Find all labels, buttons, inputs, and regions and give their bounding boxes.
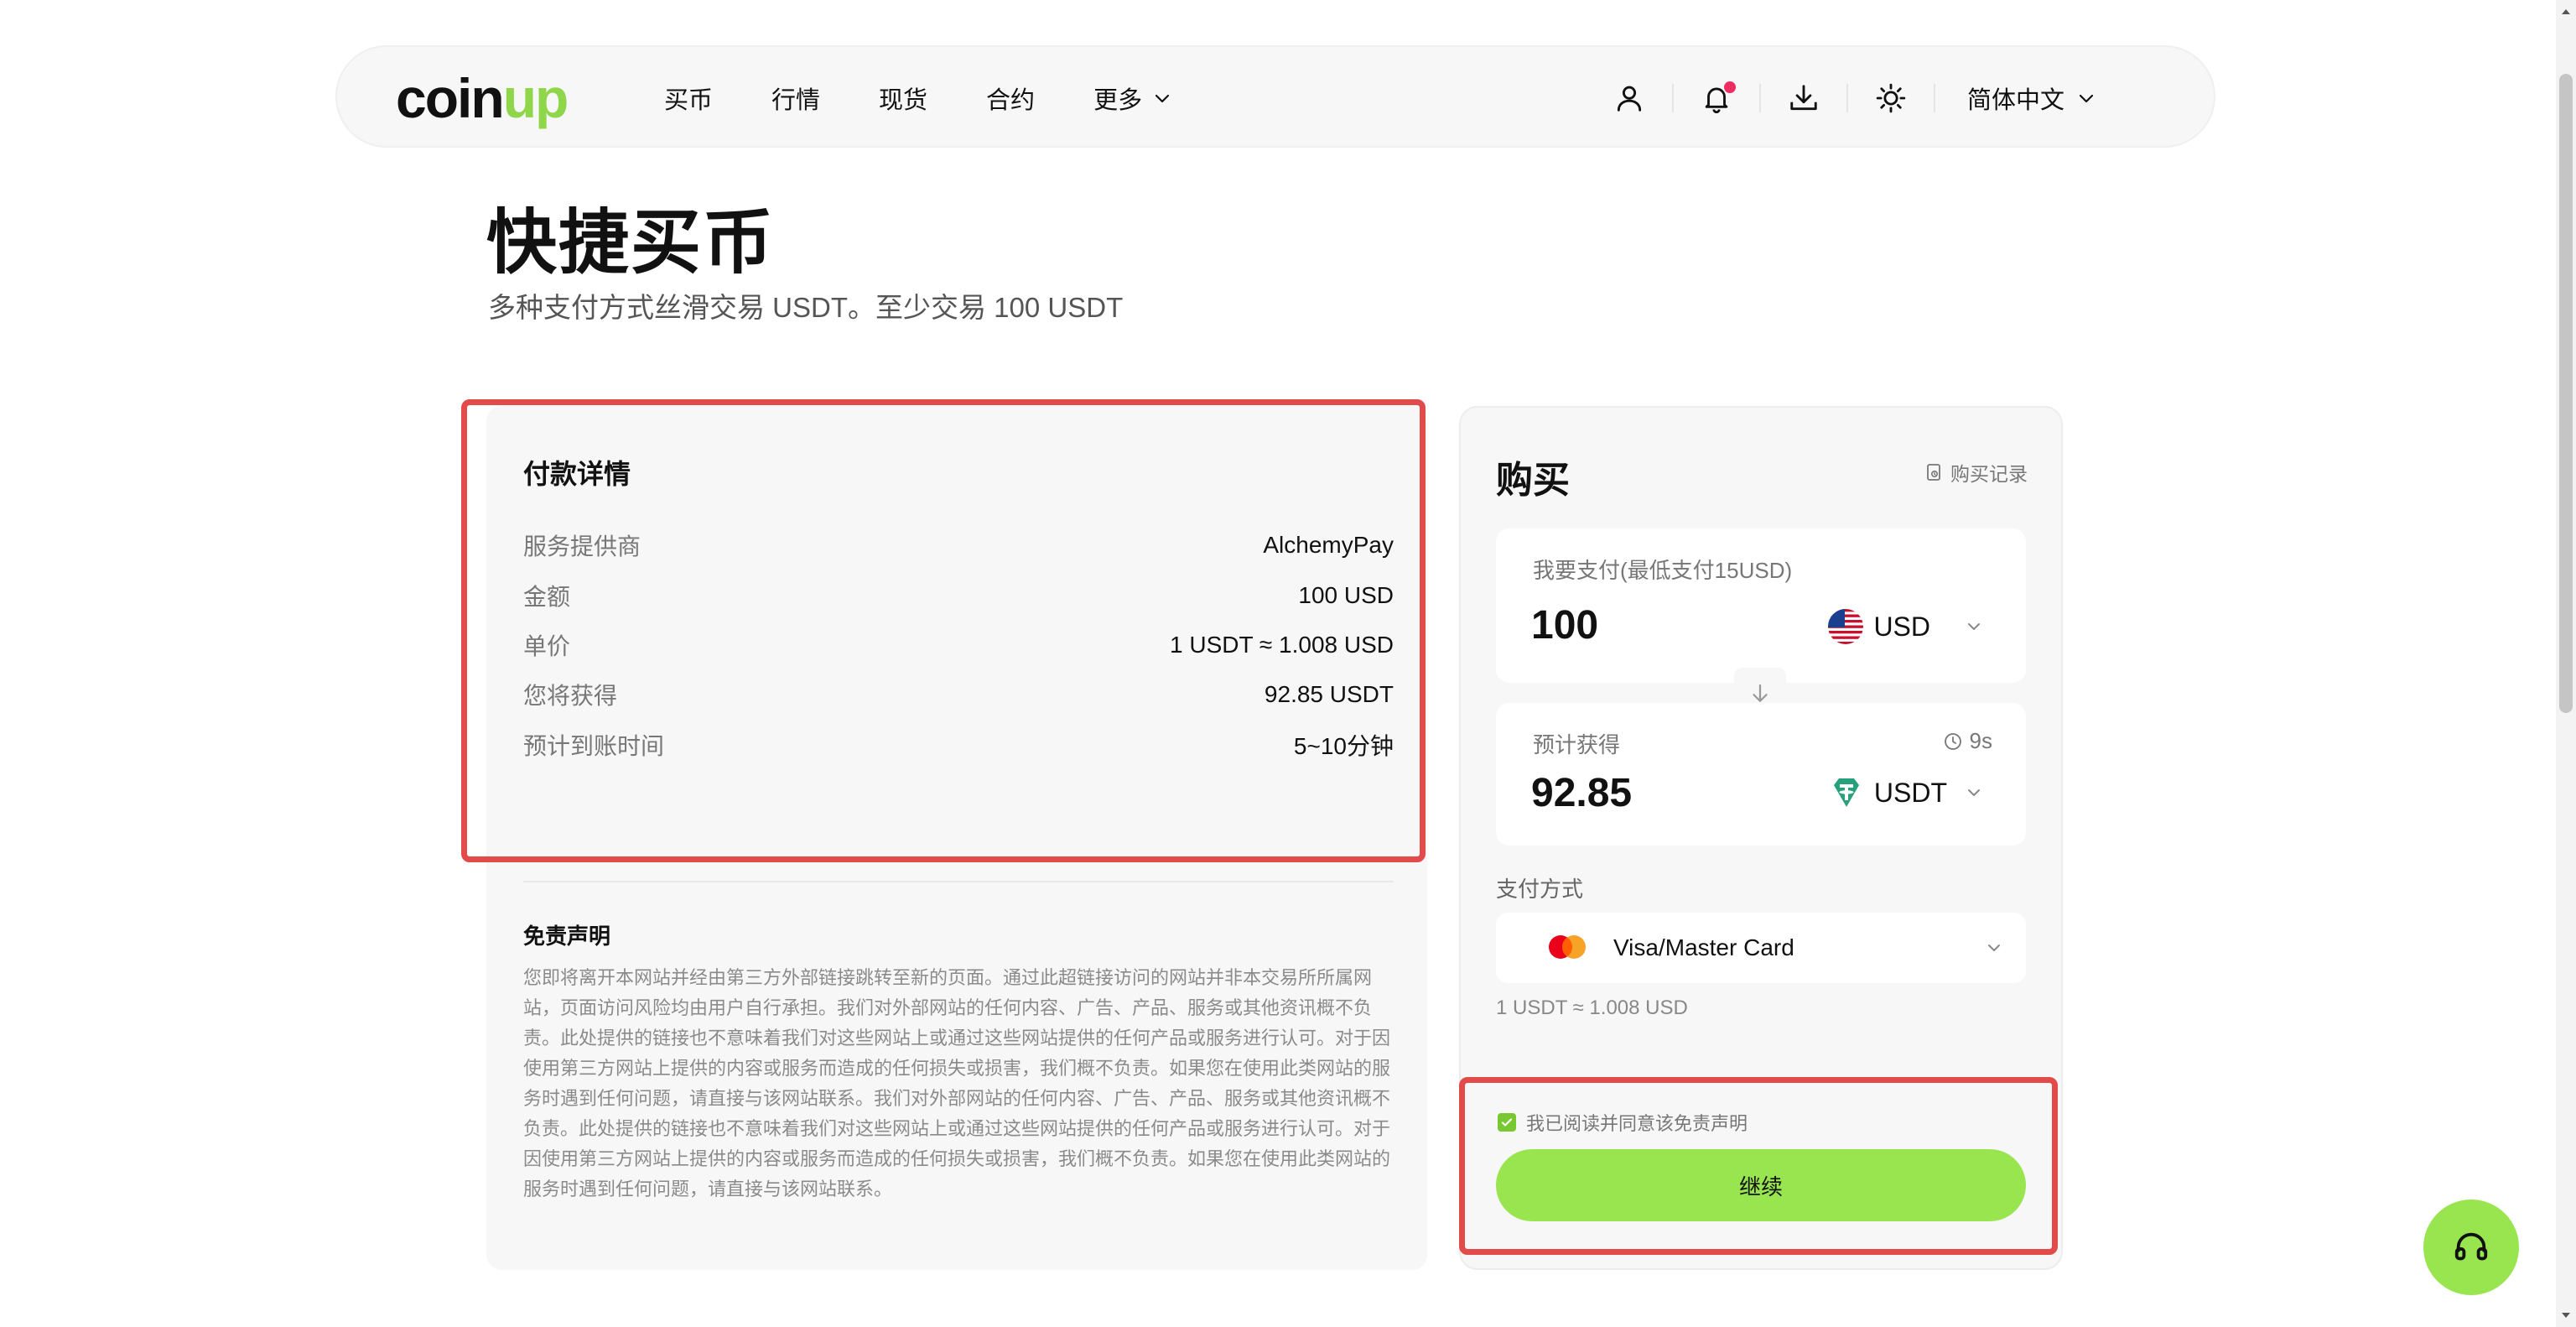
- history-icon: [1927, 464, 1940, 481]
- scroll-down-arrow-icon[interactable]: [2559, 1309, 2573, 1322]
- exchange-rate: 1 USDT ≈ 1.008 USD: [1496, 997, 1688, 1019]
- download-icon: [1790, 85, 1817, 111]
- page-subtitle: 多种支付方式丝滑交易 USDT。至少交易 100 USDT: [488, 292, 1124, 323]
- nav-link-futures[interactable]: 合约: [986, 81, 1035, 116]
- pay-label: 我要支付(最低支付15USD): [1533, 558, 1793, 583]
- us-flag-icon: [1828, 609, 1864, 644]
- language-label: 简体中文: [1966, 87, 2064, 114]
- continue-button[interactable]: 继续: [1496, 1149, 2026, 1221]
- quote-timer: 9s: [1943, 728, 1992, 754]
- nav-link-buy[interactable]: 买币: [664, 81, 713, 116]
- receive-currency-selector[interactable]: USDT: [1829, 775, 1984, 810]
- coinup-logo[interactable]: coin up: [396, 67, 569, 129]
- tether-icon: [1833, 778, 1859, 807]
- pay-currency-selector[interactable]: USD: [1828, 609, 1984, 644]
- mastercard-icon: [1549, 935, 1586, 959]
- payment-method-selector[interactable]: Visa/Master Card: [1496, 913, 2026, 983]
- logo-text-main: coin: [396, 67, 505, 129]
- payment-method-label: 支付方式: [1496, 877, 1584, 902]
- top-navbar: coin up 买币 行情 现货 合约 更多 简体中文: [335, 45, 2215, 148]
- logo-text-accent: up: [502, 67, 569, 129]
- receive-amount-box: 预计获得 9s 92.85 USDT: [1496, 703, 2026, 846]
- nav-link-label: 买币: [664, 87, 714, 114]
- disclaimer-text: 您即将离开本网站并经由第三方外部链接跳转至新的页面。通过此超链接访问的网站并非本…: [523, 967, 1391, 1200]
- buy-title: 购买: [1496, 460, 1570, 501]
- agree-label: 我已阅读并同意该免责声明: [1526, 1113, 1748, 1134]
- pay-amount-box: 我要支付(最低支付15USD) 100 USD: [1496, 528, 2026, 683]
- pay-amount-input[interactable]: 100: [1531, 602, 1598, 648]
- sun-icon: [1876, 83, 1906, 113]
- chevron-down-icon: [2079, 94, 2094, 103]
- chevron-down-icon: [1155, 94, 1170, 103]
- pay-currency-label: USD: [1873, 611, 1930, 642]
- checkbox-checked[interactable]: [1498, 1113, 1516, 1132]
- nav-link-more[interactable]: 更多: [1093, 81, 1172, 116]
- agree-disclaimer-checkbox[interactable]: 我已阅读并同意该免责声明: [1498, 1109, 1748, 1136]
- highlight-box-details: [461, 399, 1426, 862]
- download-button[interactable]: [1761, 73, 1846, 123]
- nav-link-label: 行情: [771, 87, 821, 114]
- scrollbar-thumb[interactable]: [2559, 74, 2573, 713]
- chevron-down-icon: [1968, 789, 1980, 796]
- checkmark-icon: [1501, 1118, 1513, 1127]
- timer-value: 9s: [1969, 728, 1992, 753]
- history-label: 购买记录: [1950, 463, 2028, 485]
- scrollbar[interactable]: [2556, 0, 2576, 1327]
- theme-toggle-button[interactable]: [1848, 73, 1934, 123]
- receive-currency-label: USDT: [1873, 777, 1947, 808]
- nav-link-markets[interactable]: 行情: [771, 81, 820, 116]
- nav-divider: [1933, 84, 1935, 112]
- language-selector[interactable]: 简体中文: [1967, 81, 2096, 116]
- receive-label: 预计获得: [1533, 732, 1621, 757]
- nav-link-label: 合约: [986, 87, 1036, 114]
- customer-support-button[interactable]: [2423, 1200, 2519, 1295]
- notification-dot: [1723, 81, 1736, 93]
- receive-amount: 92.85: [1531, 771, 1633, 815]
- page-title: 快捷买币: [486, 203, 776, 282]
- scroll-up-arrow-icon[interactable]: [2559, 5, 2573, 18]
- clock-icon: [1944, 732, 1961, 750]
- chevron-down-icon: [1968, 623, 1980, 630]
- user-button[interactable]: [1587, 73, 1672, 123]
- nav-link-label: 更多: [1093, 87, 1143, 114]
- user-icon: [1617, 86, 1642, 112]
- notifications-button[interactable]: [1674, 73, 1759, 123]
- divider: [523, 881, 1394, 882]
- nav-right-tools: 简体中文: [1587, 47, 2096, 149]
- disclaimer-title: 免责声明: [523, 924, 611, 949]
- payment-method-value: Visa/Master Card: [1613, 934, 1794, 960]
- purchase-history-link[interactable]: 购买记录: [1924, 458, 2028, 487]
- nav-link-spot[interactable]: 现货: [879, 81, 927, 116]
- nav-link-label: 现货: [879, 87, 928, 114]
- nav-links: 买币 行情 现货 合约 更多: [664, 47, 1231, 149]
- headset-icon: [2454, 1232, 2488, 1261]
- chevron-down-icon: [1988, 945, 2000, 951]
